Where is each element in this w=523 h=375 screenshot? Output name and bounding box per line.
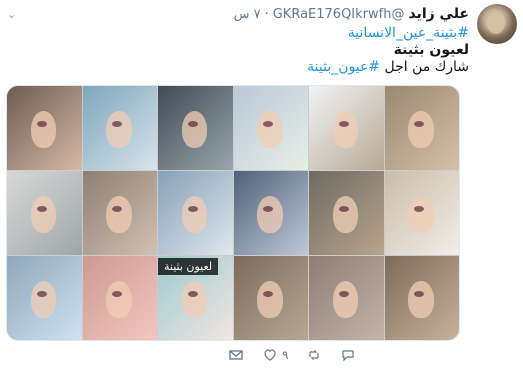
media-tile-5: [309, 86, 384, 170]
retweet-action[interactable]: [306, 347, 322, 363]
mail-icon[interactable]: [228, 347, 244, 363]
tweet-actions: ٩: [228, 347, 356, 363]
media-tile-12: [384, 171, 459, 255]
media-tile-7: [7, 171, 82, 255]
separator: ·: [264, 7, 269, 22]
media-tile-8: [82, 171, 157, 255]
tweet-line-1: #بثينة_عين_الانسانية: [348, 25, 469, 41]
heart-icon[interactable]: [262, 347, 278, 363]
media-tile-16: [233, 256, 308, 340]
media-caption: لعيون بثينة: [158, 258, 219, 275]
author-name[interactable]: علي زايد: [408, 6, 469, 22]
media-tile-1: [7, 86, 82, 170]
tweet-line-2: لعيون بثينة: [393, 42, 469, 58]
hashtag-eyes-buthaina[interactable]: #عيون_بثينة: [307, 59, 380, 75]
media-tile-17: [309, 256, 384, 340]
media-tile-13: [7, 256, 82, 340]
dm-action[interactable]: [228, 347, 244, 363]
tweet-line-3: شارك من اجل #عيون_بثينة: [307, 59, 469, 75]
hashtag-buthaina-eye[interactable]: #بثينة_عين_الانسانية: [348, 25, 469, 41]
media-tile-10: [233, 171, 308, 255]
media-grid[interactable]: [6, 85, 460, 341]
avatar[interactable]: [477, 4, 517, 44]
tweet-header: علي زايد @GKRaE176QIkrwfh · ٧ س: [234, 6, 469, 22]
reply-action[interactable]: [340, 347, 356, 363]
media-tile-11: [309, 171, 384, 255]
like-action[interactable]: ٩: [262, 347, 288, 363]
media-tile-3: [158, 86, 233, 170]
media-tile-6: [384, 86, 459, 170]
media-tile-14: [82, 256, 157, 340]
tweet-card: ⌄ علي زايد @GKRaE176QIkrwfh · ٧ س #بثينة…: [0, 0, 523, 375]
chevron-down-icon[interactable]: ⌄: [7, 8, 16, 21]
media-tile-4: [233, 86, 308, 170]
reply-icon[interactable]: [340, 347, 356, 363]
timestamp[interactable]: ٧ س: [234, 7, 261, 22]
like-count: ٩: [282, 348, 289, 362]
media-tile-18: [384, 256, 459, 340]
retweet-icon[interactable]: [306, 347, 322, 363]
author-handle[interactable]: @GKRaE176QIkrwfh: [273, 7, 405, 22]
line3-prefix: شارك من اجل: [380, 59, 469, 75]
media-tile-2: [82, 86, 157, 170]
media-tile-9: [158, 171, 233, 255]
